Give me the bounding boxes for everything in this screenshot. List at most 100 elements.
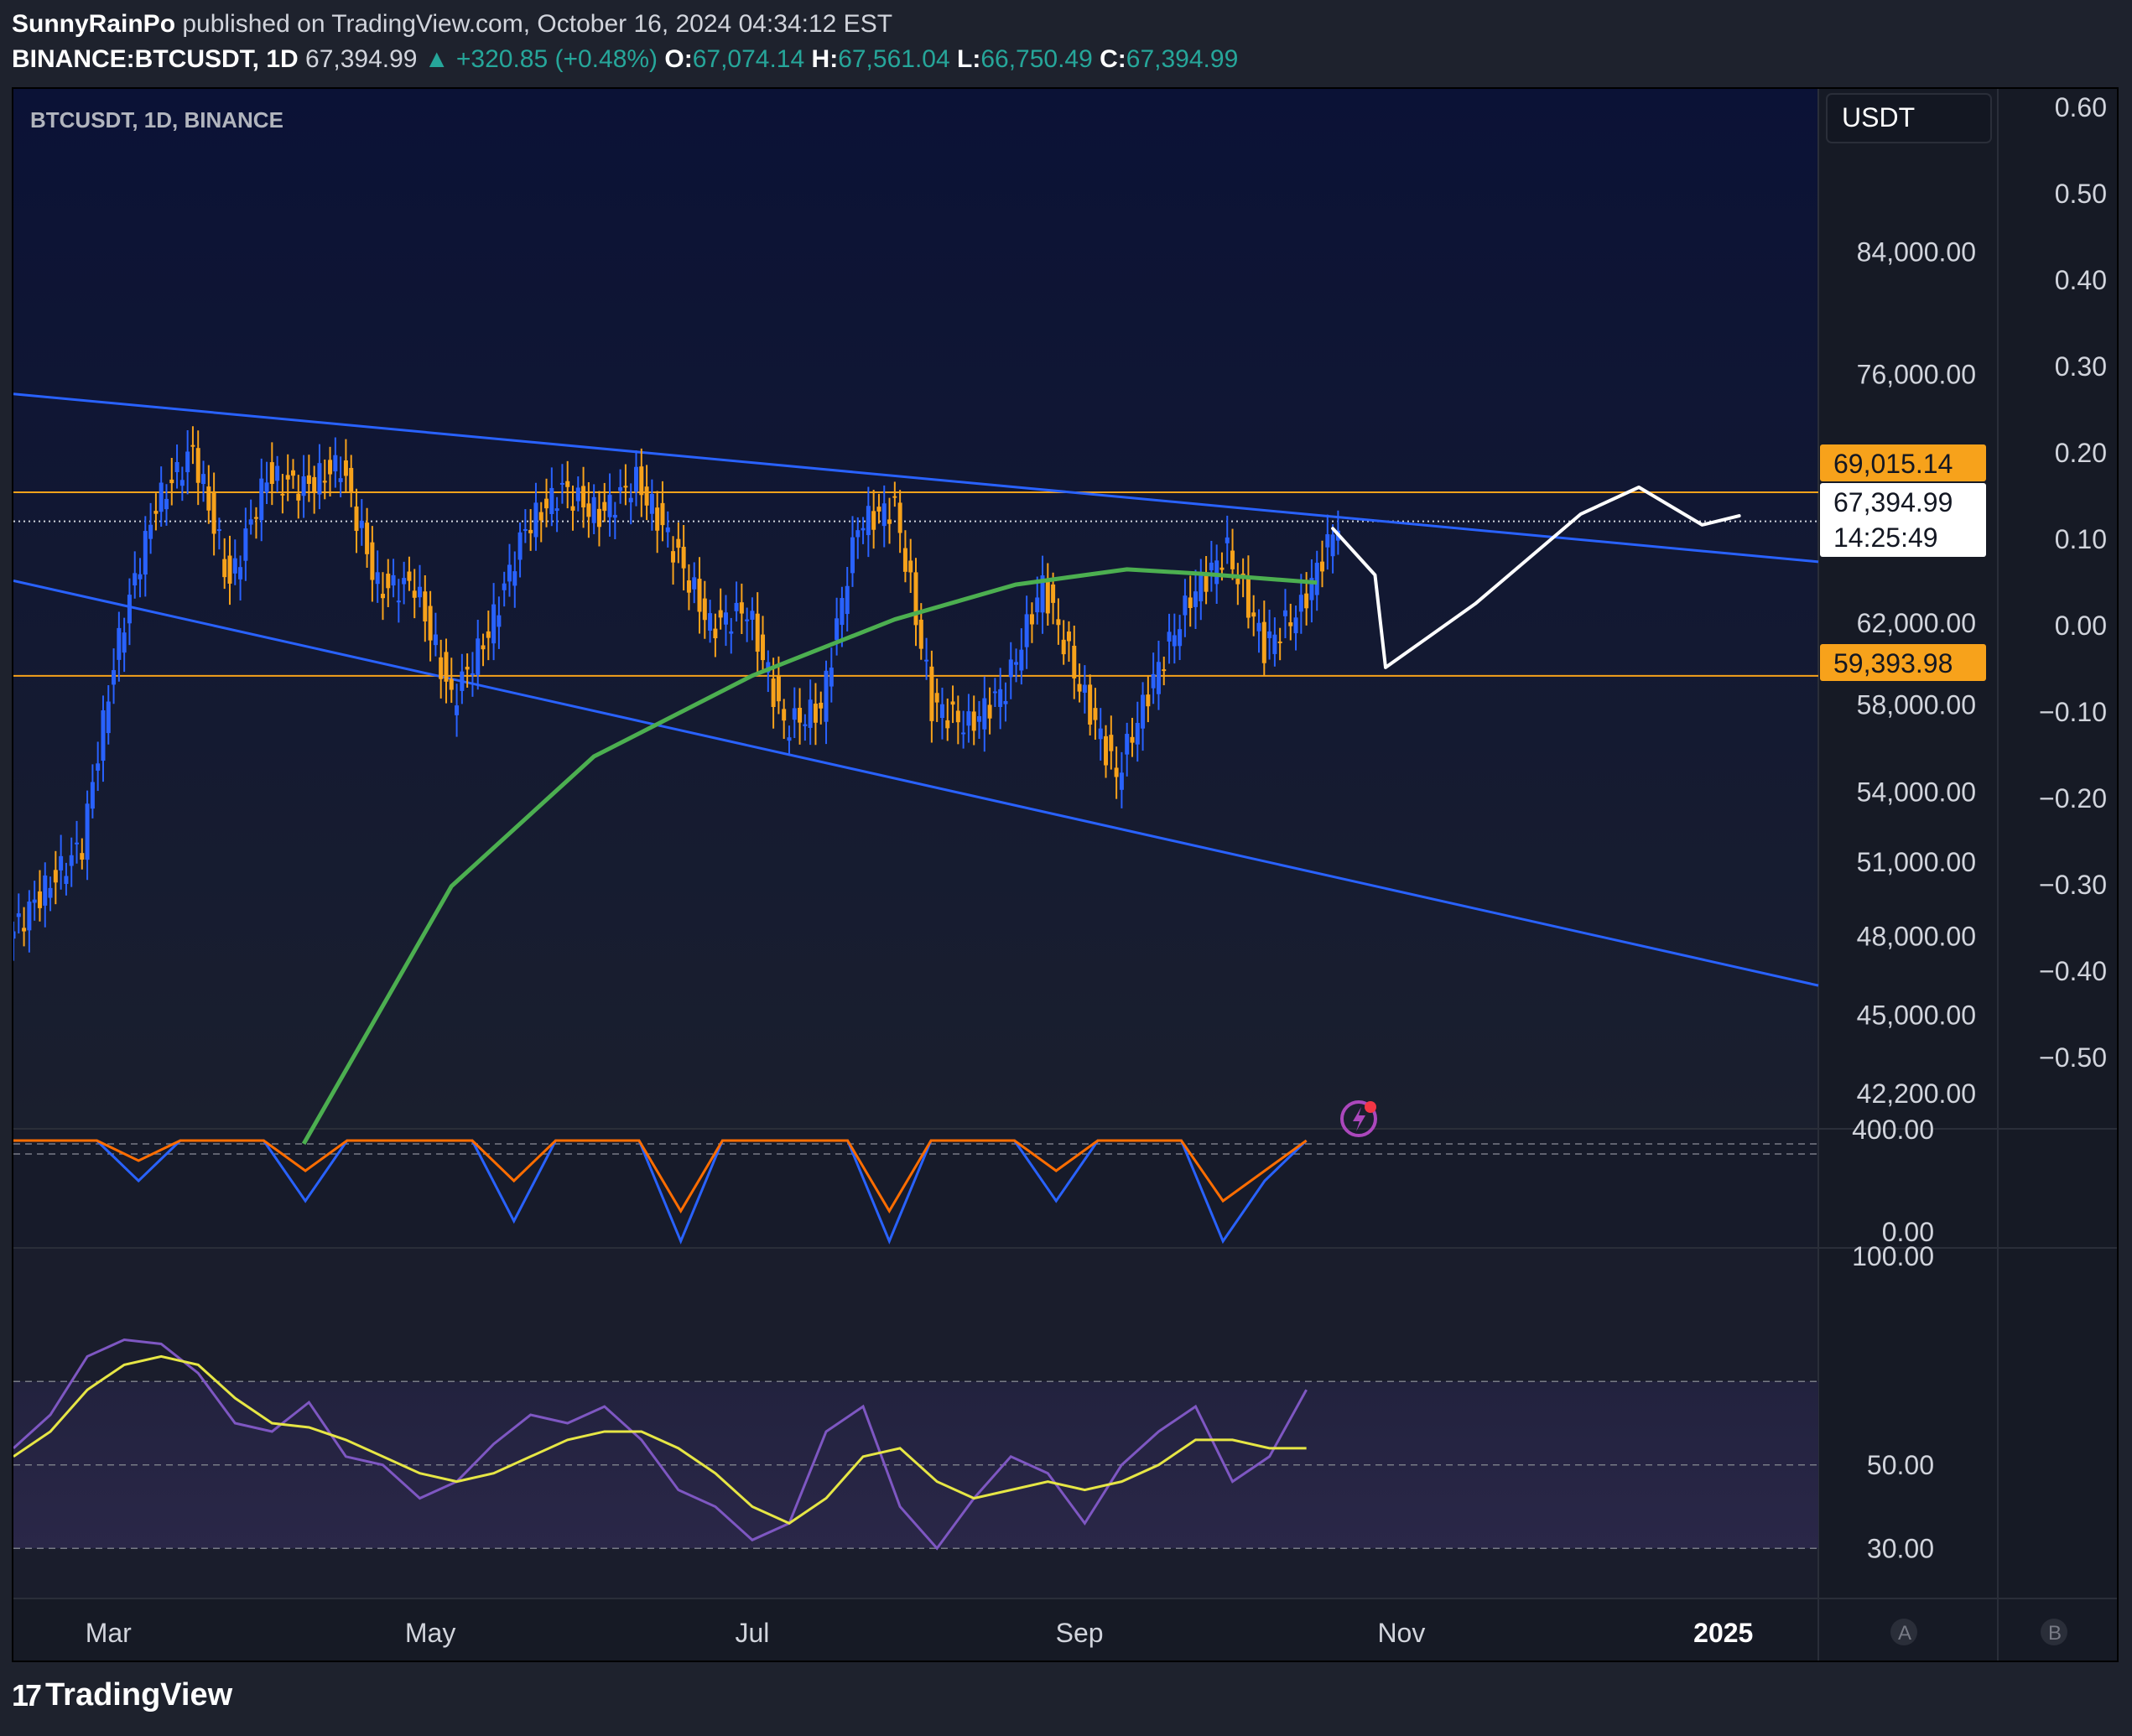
candle-body	[507, 564, 512, 582]
tradingview-logo[interactable]: 17 TradingView	[12, 1677, 232, 1713]
candle-body	[649, 494, 654, 514]
candle-body	[671, 551, 676, 563]
candle-body	[423, 591, 428, 622]
ohlc-line: BINANCE:BTCUSDT, 1D 67,394.99 ▲ +320.85 …	[12, 42, 1238, 77]
candle-body	[290, 470, 295, 476]
candle-body	[575, 487, 580, 502]
chart-frame[interactable]: 84,000.0076,000.0071,000.0062,000.0058,0…	[12, 87, 2119, 1662]
resistance-price-tag: 69,015.14	[1820, 444, 1986, 481]
low-value: 66,750.49	[980, 45, 1093, 73]
candle-body	[887, 519, 892, 524]
candle-body	[723, 612, 728, 625]
secondary-tick-label: 0.30	[2055, 351, 2107, 382]
candle-body	[982, 698, 987, 730]
time-tick-label: 2025	[1693, 1618, 1753, 1648]
candle-body	[1256, 622, 1261, 632]
candle-body	[380, 594, 385, 599]
candle-body	[897, 502, 902, 533]
candle-body	[824, 670, 829, 722]
candle-body	[232, 558, 237, 574]
candle-body	[370, 542, 375, 580]
candle-body	[133, 573, 138, 586]
time-tick-label: Jul	[735, 1618, 769, 1648]
currency-button-label[interactable]: USDT	[1842, 102, 1915, 133]
candle-body	[1162, 669, 1167, 672]
candle-body	[602, 502, 607, 512]
candle-body	[987, 704, 992, 719]
candle-body	[1251, 612, 1256, 617]
candle-body	[866, 506, 871, 536]
candle-body	[497, 615, 502, 627]
candle-body	[1214, 560, 1219, 585]
scale-button-b-label[interactable]: B	[2048, 1622, 2062, 1645]
candle-body	[639, 466, 644, 496]
candle-body	[1298, 595, 1303, 612]
scale-button-b[interactable]: B	[2041, 1619, 2067, 1645]
candle-body	[1130, 736, 1135, 743]
scale-button-a-label[interactable]: A	[1898, 1622, 1911, 1645]
candle-body	[306, 475, 311, 485]
candle-body	[253, 517, 258, 519]
candle-body	[460, 671, 465, 691]
price-tick-label: 76,000.00	[1857, 359, 1976, 389]
price-tick-label: 62,000.00	[1857, 608, 1976, 638]
candle-body	[143, 531, 148, 575]
candle-body	[386, 574, 391, 589]
candle-body	[660, 502, 665, 526]
author-name[interactable]: SunnyRainPo	[12, 10, 175, 38]
candle-body	[544, 498, 549, 509]
candle-body	[1045, 581, 1050, 614]
candle-body	[1035, 597, 1040, 613]
scale-button-a[interactable]: A	[1890, 1619, 1917, 1645]
candle-body	[164, 498, 169, 510]
tradingview-brand: TradingView	[45, 1677, 233, 1713]
candle-body	[153, 511, 159, 514]
candle-body	[296, 493, 301, 501]
candle-body	[908, 560, 913, 573]
candle-body	[829, 668, 834, 687]
candle-body	[1193, 591, 1198, 607]
candle-body	[939, 704, 944, 719]
candle-body	[101, 709, 106, 761]
candle-body	[776, 676, 781, 702]
candle-body	[75, 842, 80, 845]
candle-body	[112, 670, 117, 685]
close-value: 67,394.99	[1126, 45, 1239, 73]
candle-body	[354, 506, 359, 532]
secondary-tick-label: 0.20	[2055, 438, 2107, 468]
time-axis-bg	[13, 1598, 1818, 1661]
candle-body	[992, 691, 997, 694]
candle-body	[201, 474, 206, 485]
time-tick-label: Nov	[1377, 1618, 1425, 1648]
chart-canvas[interactable]: 84,000.0076,000.0071,000.0062,000.0058,0…	[13, 89, 2117, 1661]
secondary-tick-label: 0.50	[2055, 179, 2107, 209]
candle-body	[782, 709, 787, 721]
candle-body	[681, 546, 686, 569]
candle-body	[1014, 662, 1019, 665]
candle-body	[618, 486, 623, 491]
candle-body	[1098, 728, 1103, 740]
candle-body	[64, 876, 69, 884]
candle-body	[206, 486, 211, 511]
secondary-tick-label: 0.60	[2055, 92, 2107, 122]
candle-body	[1029, 614, 1034, 625]
currency-button[interactable]: USDT	[1826, 93, 1992, 143]
candle-body	[1056, 619, 1061, 626]
candle-body	[449, 678, 454, 690]
chart-page: SunnyRainPo published on TradingView.com…	[0, 0, 2132, 1736]
candle-body	[169, 479, 174, 484]
candle-body	[32, 899, 37, 903]
candle-body	[27, 902, 32, 931]
candle-body	[565, 481, 570, 487]
candle-body	[808, 699, 813, 728]
candle-body	[1325, 534, 1330, 548]
candle-body	[1141, 694, 1146, 729]
price-tick-label: 84,000.00	[1857, 237, 1976, 268]
candle-body	[486, 631, 491, 638]
candle-body	[59, 855, 64, 871]
candle-body	[402, 578, 407, 585]
low-label: L:	[957, 45, 981, 73]
candle-body	[1267, 631, 1272, 638]
secondary-tick-label: −0.10	[2039, 697, 2107, 727]
rsi-tick-label: 50.00	[1867, 1450, 1934, 1480]
